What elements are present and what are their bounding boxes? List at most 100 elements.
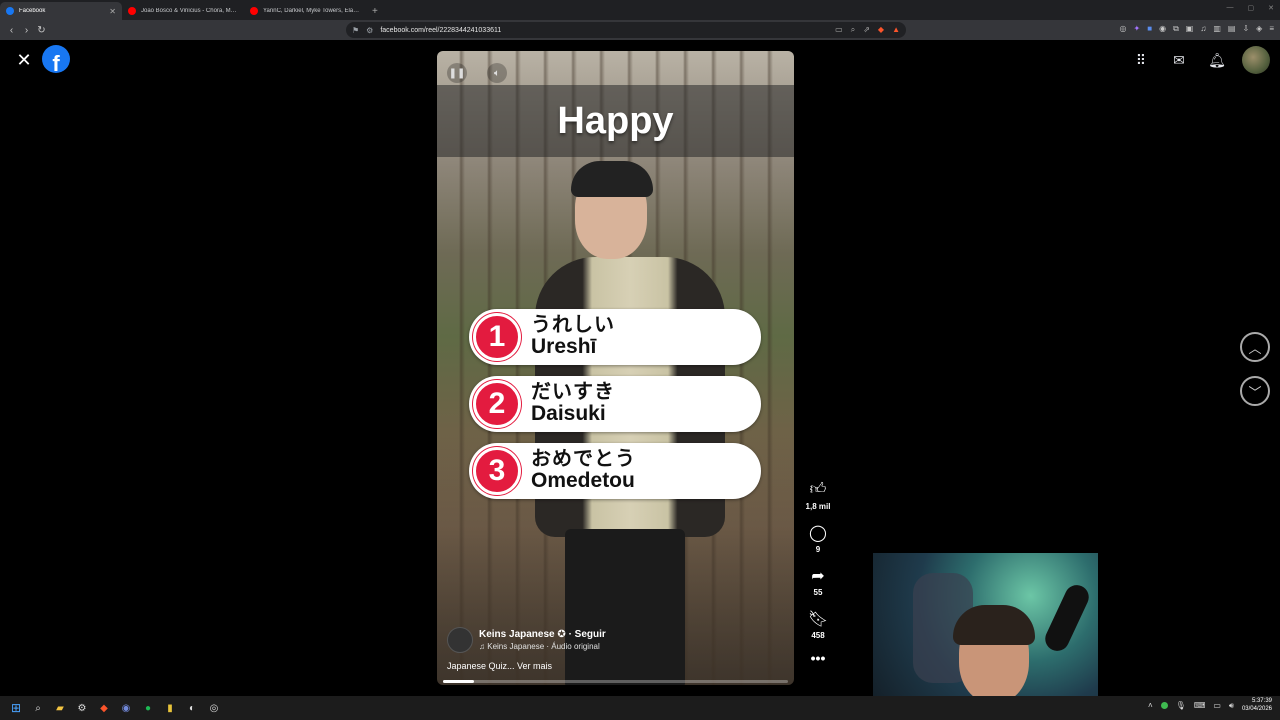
quiz-item: 2 だいすき Daisuki <box>469 376 761 432</box>
tab-title: YannC, Darkiel, Myke Towers, Eladio <box>263 8 360 14</box>
cast-icon[interactable]: ▭ <box>835 25 843 35</box>
tab-youtube-2[interactable]: YannC, Darkiel, Myke Towers, Eladio <box>244 2 366 20</box>
more-options-icon[interactable]: ••• <box>811 650 826 666</box>
browser-toolbar: ‹ › ↻ ⚑ ⚙ facebook.com/reel/222834424103… <box>0 20 1280 40</box>
zoom-icon[interactable]: ⌕ <box>851 25 855 35</box>
reel-actions: 👍︎ 1,8 mil ◯ 9 ➦ 55 🔖︎ 458 ••• <box>803 480 833 666</box>
reel-video[interactable]: Happy ❚❚ 🔈︎ 1 うれしい Ureshī 2 だいすき Daisuki… <box>437 51 794 685</box>
author-name[interactable]: Keins Japanese <box>479 629 555 640</box>
keyboard-icon[interactable]: ⌨︎ <box>1194 701 1206 710</box>
extension-icon[interactable]: ◎ <box>1120 24 1127 34</box>
chevron-up-icon[interactable]: ˄ <box>1148 701 1153 710</box>
microphone-icon[interactable]: 🎙︎ <box>1176 701 1186 710</box>
close-window-icon[interactable]: ✕ <box>1268 4 1274 12</box>
audio-source[interactable]: Keins Japanese · Áudio original <box>487 642 600 651</box>
obs-icon[interactable]: ◎ <box>203 697 225 719</box>
new-tab-button[interactable]: + <box>372 6 378 17</box>
sidebar-icon[interactable]: ▥ <box>1213 24 1221 34</box>
extension-icon[interactable]: ■ <box>1147 24 1152 34</box>
webcam-overlay <box>873 553 1098 696</box>
quiz-romaji: Omedetou <box>531 469 635 493</box>
close-icon[interactable]: ✕ <box>12 48 36 72</box>
messenger-icon[interactable]: ✉ <box>1166 47 1192 73</box>
wallet-icon[interactable]: ▤ <box>1228 24 1236 34</box>
puzzle-icon[interactable]: ⧉ <box>1173 24 1179 34</box>
tab-facebook[interactable]: Facebook ✕ <box>0 2 122 20</box>
quiz-japanese: だいすき <box>531 381 615 404</box>
browser-tab-bar: Facebook ✕ João Bosco & Vinícius - Chora… <box>0 0 1280 20</box>
quiz-item: 3 おめでとう Omedetou <box>469 443 761 499</box>
search-icon[interactable]: ⌕ <box>27 697 49 719</box>
top-right-nav: ⠿ ✉ 🔔︎ <box>1128 46 1270 74</box>
music-icon[interactable]: ♫ <box>1200 24 1206 34</box>
spotify-icon[interactable]: ● <box>137 697 159 719</box>
url-text[interactable]: facebook.com/reel/2228344241033611 <box>380 27 828 34</box>
video-controls: ❚❚ 🔈︎ <box>447 63 507 83</box>
volume-icon[interactable]: 🔈︎ <box>487 63 507 83</box>
tab-title: João Bosco & Vinícius - Chora, Me Li <box>141 8 238 14</box>
discord-icon[interactable]: ◉ <box>115 697 137 719</box>
share-icon[interactable]: ⇗ <box>863 25 870 35</box>
quiz-japanese: うれしい <box>531 314 615 337</box>
quiz-japanese: おめでとう <box>531 448 636 471</box>
close-tab-icon[interactable]: ✕ <box>109 7 116 16</box>
comment-count: 9 <box>815 545 821 554</box>
quiz-romaji: Daisuki <box>531 402 606 426</box>
previous-reel-button[interactable]: ︿ <box>1240 332 1270 362</box>
like-button[interactable]: 👍︎ 1,8 mil <box>806 480 831 511</box>
brave-shields-icon[interactable]: ◆ <box>878 25 884 35</box>
music-note-icon: ♫ <box>479 642 485 651</box>
youtube-favicon-icon <box>128 7 136 15</box>
app-icon[interactable]: ◐ <box>181 697 203 719</box>
bookmark-icon[interactable]: ⚑ <box>352 26 359 35</box>
date-text: 03/04/2026 <box>1241 705 1272 712</box>
app-icon[interactable]: ⚙ <box>71 697 93 719</box>
window-controls: — ▢ ✕ <box>1227 4 1275 12</box>
save-button[interactable]: 🔖︎ 458 <box>808 609 828 640</box>
reel-title: Happy <box>557 99 674 142</box>
reload-icon[interactable]: ↻ <box>34 25 49 36</box>
follow-button[interactable]: · Seguir <box>569 629 606 640</box>
brave-browser-icon[interactable]: ◆ <box>93 697 115 719</box>
display-icon[interactable]: ▭ <box>1213 701 1221 710</box>
extension-icon[interactable]: ▣ <box>1186 24 1194 34</box>
status-dot-icon <box>1160 702 1168 709</box>
time-text: 5:37:39 <box>1251 698 1272 704</box>
share-button[interactable]: ➦ 55 <box>811 566 824 597</box>
reel-caption[interactable]: Japanese Quiz... Ver mais <box>447 661 552 671</box>
next-reel-button[interactable]: ﹀ <box>1240 376 1270 406</box>
windows-start-icon[interactable]: ⊞ <box>5 697 27 719</box>
grid-menu-icon[interactable]: ⠿ <box>1128 47 1154 73</box>
video-progress-fill <box>443 680 475 683</box>
pause-icon[interactable]: ❚❚ <box>447 63 467 83</box>
back-icon[interactable]: ‹ <box>4 25 19 36</box>
extension-icon[interactable]: ✦ <box>1134 24 1141 34</box>
taskbar: ⊞ ⌕ ▰ ⚙ ◆ ◉ ● ▮ ◐ ◎ ˄ 🎙︎ ⌨︎ ▭ 🔊︎ 5:37:39… <box>0 696 1280 720</box>
downloads-icon[interactable]: ⇩ <box>1242 24 1249 34</box>
minimize-icon[interactable]: — <box>1227 4 1234 12</box>
volume-icon[interactable]: 🔊︎ <box>1229 701 1234 711</box>
file-explorer-icon[interactable]: ▰ <box>49 697 71 719</box>
avatar[interactable] <box>1242 46 1270 74</box>
site-info-icon[interactable]: ⚙ <box>366 26 373 35</box>
reel-author: Keins Japanese ✪ · Seguir ♫ Keins Japane… <box>447 627 606 653</box>
reel-navigation: ︿ ﹀ <box>1240 332 1270 406</box>
comment-button[interactable]: ◯ 9 <box>809 523 827 554</box>
extension-icon[interactable]: ◉ <box>1159 24 1166 34</box>
video-progress-bar[interactable] <box>443 680 788 683</box>
author-avatar[interactable] <box>447 627 473 653</box>
facebook-logo-icon[interactable]: f <box>42 45 70 73</box>
tab-youtube-1[interactable]: João Bosco & Vinícius - Chora, Me Li <box>122 2 244 20</box>
app-icon[interactable]: ▮ <box>159 697 181 719</box>
address-bar[interactable]: ⚑ ⚙ facebook.com/reel/2228344241033611 ▭… <box>346 22 906 38</box>
system-tray: ˄ 🎙︎ ⌨︎ ▭ 🔊︎ 5:37:39 03/04/2026 <box>1148 698 1272 713</box>
vpn-icon[interactable]: ◈ <box>1256 24 1262 34</box>
notifications-icon[interactable]: 🔔︎ <box>1204 47 1230 73</box>
menu-icon[interactable]: ≡ <box>1269 24 1274 34</box>
quiz-number: 3 <box>473 447 521 495</box>
maximize-icon[interactable]: ▢ <box>1248 4 1255 12</box>
forward-icon[interactable]: › <box>19 25 34 36</box>
brave-rewards-icon[interactable]: ▲ <box>892 25 900 35</box>
clock[interactable]: 5:37:39 03/04/2026 <box>1242 698 1272 713</box>
thumbs-up-icon: 👍︎ <box>809 481 827 498</box>
